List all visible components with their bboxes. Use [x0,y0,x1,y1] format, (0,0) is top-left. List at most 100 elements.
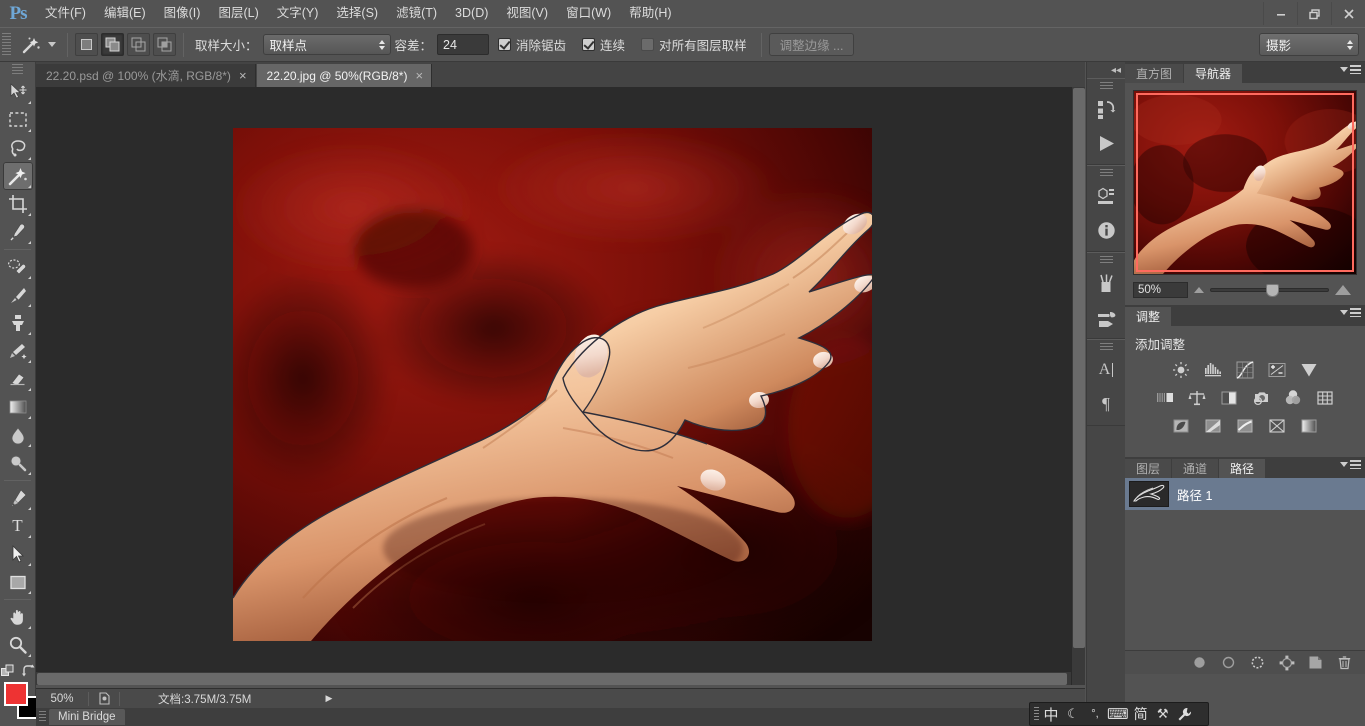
channel-mixer-icon[interactable] [1282,387,1305,408]
mini-bridge-icon[interactable] [1089,179,1123,213]
character-icon[interactable]: A [1089,353,1123,387]
load-selection-icon[interactable] [1249,654,1266,671]
toolbox-grip[interactable] [12,64,23,76]
brush-icon[interactable] [1089,300,1123,334]
zoom-out-icon[interactable] [1194,287,1204,293]
black-white-icon[interactable] [1218,387,1241,408]
blur-tool[interactable] [3,421,33,449]
color-lookup-icon[interactable] [1314,387,1337,408]
pen-tool[interactable] [3,484,33,512]
gradient-tool[interactable] [3,393,33,421]
dodge-tool[interactable] [3,449,33,477]
fill-path-icon[interactable] [1191,654,1208,671]
menu-file[interactable]: 文件(F) [36,0,95,27]
delete-path-icon[interactable] [1336,654,1353,671]
canvas-horizontal-scrollbar[interactable] [36,671,1071,685]
menu-3d[interactable]: 3D(D) [446,0,497,27]
threshold-icon[interactable] [1234,415,1257,436]
stroke-path-icon[interactable] [1220,654,1237,671]
ime-punctuation-icon[interactable]: °, [1085,703,1105,725]
menu-edit[interactable]: 编辑(E) [95,0,155,27]
crop-tool[interactable] [3,190,33,218]
close-button[interactable] [1331,2,1365,25]
clone-stamp-tool[interactable] [3,309,33,337]
contiguous-checkbox[interactable]: 连续 [582,35,625,54]
default-colors-icon[interactable] [0,664,15,678]
hand-tool[interactable] [3,603,33,631]
ime-simplified-icon[interactable]: 简 [1131,703,1151,725]
menu-image[interactable]: 图像(I) [155,0,210,27]
scrollbar-thumb[interactable] [37,673,1067,685]
history-brush-tool[interactable] [3,337,33,365]
menu-filter[interactable]: 滤镜(T) [387,0,446,27]
brightness-contrast-icon[interactable] [1170,359,1193,380]
tab-layers[interactable]: 图层 [1125,459,1172,478]
dock-grip[interactable] [1099,169,1113,177]
tab-adjustments[interactable]: 调整 [1125,307,1172,326]
restore-button[interactable] [1297,2,1331,25]
hue-saturation-icon[interactable] [1154,387,1177,408]
add-to-selection-button[interactable] [101,33,124,56]
actions-icon[interactable] [1089,126,1123,160]
new-selection-button[interactable] [75,33,98,56]
lasso-tool[interactable] [3,134,33,162]
ime-moon-icon[interactable]: ☾ [1063,703,1083,725]
document-tab-jpg[interactable]: 22.20.jpg @ 50%(RGB/8*) × [256,64,433,87]
menu-type[interactable]: 文字(Y) [268,0,328,27]
navigator-view-box[interactable] [1136,93,1354,272]
navigator-zoom-slider[interactable] [1188,284,1357,297]
rectangular-marquee-tool[interactable] [3,106,33,134]
dock-grip[interactable] [1099,343,1113,351]
refine-edge-button[interactable]: 调整边缘 ... [768,33,855,56]
navigator-thumbnail[interactable] [1133,90,1357,275]
path-list-item[interactable]: 路径 1 [1125,478,1365,510]
move-tool[interactable] [3,78,33,106]
magic-wand-tool[interactable] [2,162,33,190]
ime-settings-icon[interactable] [1175,703,1195,725]
tab-channels[interactable]: 通道 [1172,459,1219,478]
foreground-color-swatch[interactable] [4,682,28,706]
document-tab-psd[interactable]: 22.20.psd @ 100% (水滴, RGB/8*) × [36,64,256,87]
eyedropper-tool[interactable] [3,218,33,246]
navigator-zoom-input[interactable]: 50% [1133,282,1188,298]
slider-thumb[interactable] [1265,284,1279,297]
invert-icon[interactable] [1170,415,1193,436]
dock-grip[interactable] [1099,82,1113,90]
path-selection-tool[interactable] [3,540,33,568]
canvas-vertical-scrollbar[interactable] [1071,87,1085,685]
mini-bridge-tab[interactable]: Mini Bridge [49,709,125,725]
subtract-from-selection-button[interactable] [127,33,150,56]
menu-select[interactable]: 选择(S) [327,0,387,27]
photo-filter-icon[interactable] [1250,387,1273,408]
close-icon[interactable]: × [239,69,247,82]
tab-paths[interactable]: 路径 [1219,459,1266,478]
new-path-icon[interactable] [1307,654,1324,671]
tab-histogram[interactable]: 直方图 [1125,64,1184,83]
collapse-panels-button[interactable]: ◂◂ [1087,62,1125,78]
ime-toolbox-icon[interactable]: ⚒ [1153,703,1173,725]
horizontal-type-tool[interactable]: T [3,512,33,540]
mini-bridge-grip[interactable] [39,711,46,723]
ime-keyboard-icon[interactable]: ⌨ [1107,703,1129,725]
sample-all-layers-checkbox[interactable]: 对所有图层取样 [641,35,747,54]
tolerance-input[interactable]: 24 [437,34,490,55]
menu-window[interactable]: 窗口(W) [557,0,620,27]
minimize-button[interactable] [1263,2,1297,25]
posterize-icon[interactable] [1202,415,1225,436]
curves-icon[interactable] [1234,359,1257,380]
zoom-in-icon[interactable] [1335,285,1351,295]
levels-icon[interactable] [1202,359,1225,380]
menu-view[interactable]: 视图(V) [497,0,557,27]
document-image[interactable] [233,128,872,641]
ime-grip[interactable] [1034,706,1039,722]
navigator-panel-menu-button[interactable] [1340,65,1361,74]
menu-help[interactable]: 帮助(H) [620,0,680,27]
paths-panel-menu-button[interactable] [1340,460,1361,469]
canvas-area[interactable] [36,87,1085,685]
color-balance-icon[interactable] [1186,387,1209,408]
info-icon[interactable] [1089,213,1123,247]
swap-colors-icon[interactable] [21,664,35,678]
anti-alias-checkbox[interactable]: 消除锯齿 [498,35,566,54]
gradient-map-icon[interactable] [1298,415,1321,436]
spot-healing-brush-tool[interactable] [3,253,33,281]
